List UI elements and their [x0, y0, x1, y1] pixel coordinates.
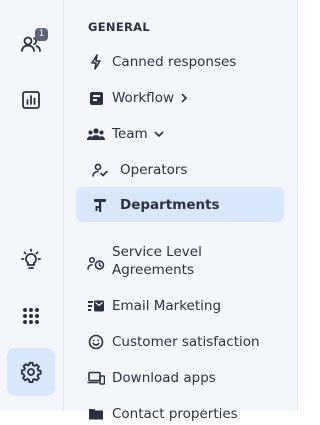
departments-icon	[88, 195, 112, 215]
menu-item-customer-satisfaction[interactable]: Customer satisfaction	[76, 331, 284, 353]
content-area-edge	[297, 0, 315, 411]
menu-item-departments[interactable]: Departments	[76, 187, 284, 222]
icon-rail: 1	[0, 0, 64, 411]
menu-item-label: Canned responses	[112, 54, 237, 70]
reports-icon	[21, 90, 41, 110]
menu-item-label: Download apps	[112, 370, 216, 386]
menu-item-operators[interactable]: Operators	[76, 159, 284, 181]
menu-item-email-marketing[interactable]: Email Marketing	[76, 295, 284, 317]
menu-item-label: Departments	[120, 196, 220, 213]
menu-item-label: Service Level Agreements	[112, 244, 202, 278]
email-marketing-icon	[84, 296, 108, 316]
chevron-down-icon	[154, 130, 164, 138]
menu-item-label: Team	[112, 126, 148, 142]
apps-button[interactable]	[7, 292, 55, 340]
menu-item-team[interactable]: Team	[76, 123, 284, 145]
menu-item-contact-properties[interactable]: Contact properties	[76, 403, 284, 425]
settings-button[interactable]	[7, 348, 55, 396]
workflow-icon	[84, 88, 108, 108]
devices-icon	[84, 368, 108, 388]
team-icon	[84, 124, 108, 144]
settings-icon	[20, 361, 42, 383]
menu-item-service-level-agreements[interactable]: Service Level Agreements	[76, 243, 284, 281]
apps-grid-icon	[21, 306, 41, 326]
chevron-right-icon	[180, 93, 188, 103]
folder-icon	[84, 404, 108, 424]
menu-item-workflow[interactable]: Workflow	[76, 87, 284, 109]
sla-icon	[84, 253, 108, 273]
menu-item-label: Customer satisfaction	[112, 334, 260, 350]
operators-icon	[88, 160, 112, 180]
contacts-button[interactable]: 1	[7, 20, 55, 68]
smiley-icon	[84, 332, 108, 352]
section-title-general: GENERAL	[88, 20, 150, 34]
menu-item-canned-responses[interactable]: Canned responses	[76, 51, 284, 73]
lightning-icon	[84, 52, 108, 72]
menu-item-download-apps[interactable]: Download apps	[76, 367, 284, 389]
menu-item-label: Email Marketing	[112, 298, 222, 314]
settings-menu-panel: GENERAL Canned responses Workflow Team O…	[64, 0, 297, 422]
menu-item-label: Operators	[120, 162, 188, 178]
lightbulb-icon	[19, 248, 43, 272]
reports-button[interactable]	[7, 76, 55, 124]
menu-item-label: Workflow	[112, 90, 174, 106]
contacts-badge: 1	[35, 28, 48, 41]
ideas-button[interactable]	[7, 236, 55, 284]
menu-item-label: Contact properties	[112, 406, 238, 422]
